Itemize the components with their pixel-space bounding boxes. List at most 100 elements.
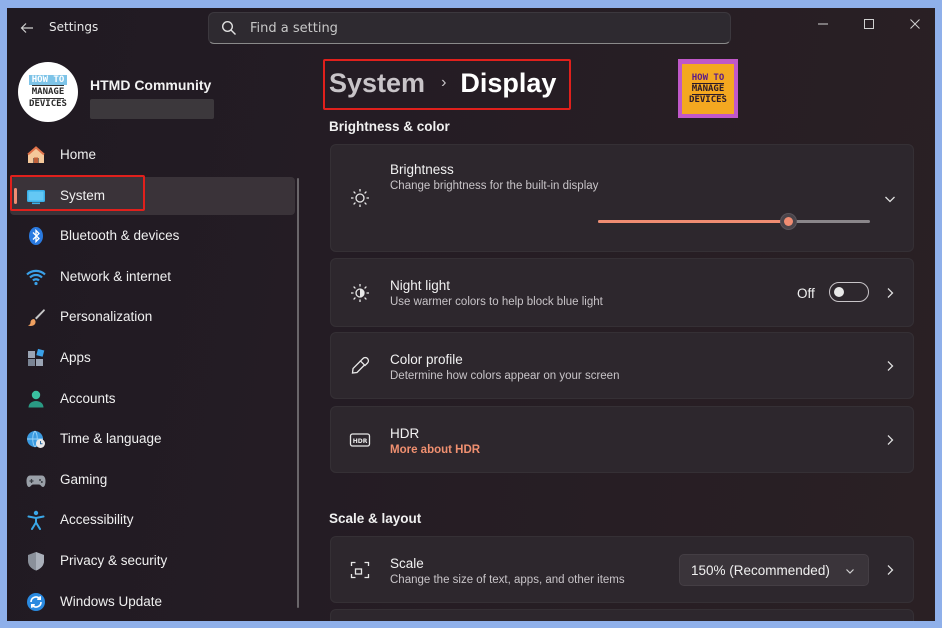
person-icon [28, 390, 44, 408]
scale-dropdown[interactable]: 150% (Recommended) [679, 554, 869, 586]
app-title: Settings [49, 20, 99, 34]
night-light-title: Night light [390, 278, 451, 293]
night-light-state-label: Off [797, 286, 815, 301]
night-light-toggle[interactable] [829, 282, 869, 302]
color-profile-description: Determine how colors appear on your scre… [390, 370, 620, 382]
profile-name: HTMD Community [90, 77, 212, 93]
brightness-slider-fill [598, 220, 789, 223]
breadcrumb-separator: › [441, 74, 447, 91]
sidebar-item-label: Privacy & security [60, 552, 168, 568]
section-title-scale-layout: Scale & layout [329, 511, 422, 526]
sidebar-item-label: Time & language [60, 431, 162, 447]
breadcrumb: System › Display [329, 63, 556, 103]
bluetooth-icon [29, 227, 43, 246]
sidebar-item-apps[interactable]: Apps [10, 339, 295, 377]
title-bar: Settings Find a setting [7, 8, 935, 48]
sun-icon [351, 189, 369, 207]
home-icon [27, 146, 45, 163]
sidebar-item-label: Accounts [60, 390, 116, 406]
brightness-slider[interactable] [598, 213, 870, 230]
night-light-icon [351, 284, 369, 302]
chevron-right-icon[interactable] [882, 285, 898, 301]
avatar-logo: HOW TO MANAGE DEVICES [28, 75, 68, 109]
sidebar-item-label: Personalization [60, 309, 153, 325]
wifi-icon [26, 269, 46, 285]
sidebar-item-windows-update[interactable]: Windows Update [10, 583, 295, 621]
color-profile-card[interactable]: Color profile Determine how colors appea… [330, 332, 914, 399]
watermark-logo: HOW TO MANAGE DEVICES [678, 59, 738, 118]
globe-clock-icon [27, 430, 45, 449]
svg-text:HDR: HDR [353, 438, 368, 445]
sidebar-item-accessibility[interactable]: Accessibility [10, 501, 295, 539]
scale-selected-value: 150% (Recommended) [691, 563, 830, 578]
search-placeholder: Find a setting [250, 21, 338, 36]
shield-icon [28, 551, 44, 571]
close-button[interactable] [899, 12, 931, 36]
scale-card[interactable]: Scale Change the size of text, apps, and… [330, 536, 914, 603]
sidebar-item-label: Windows Update [60, 593, 163, 609]
sidebar-scrollbar[interactable] [297, 178, 299, 608]
profile-email-redacted [90, 99, 214, 119]
avatar[interactable]: HOW TO MANAGE DEVICES [18, 62, 78, 122]
settings-window: Settings Find a setting HOW TO MANAGE DE… [7, 8, 935, 621]
apps-icon [28, 348, 45, 366]
chevron-down-icon [846, 569, 854, 574]
sidebar-item-personalization[interactable]: Personalization [10, 298, 295, 336]
toggle-knob [834, 287, 844, 297]
page-title: Display [460, 67, 557, 98]
sidebar-item-gaming[interactable]: Gaming [10, 461, 295, 499]
scale-title: Scale [390, 556, 424, 571]
sidebar-item-home[interactable]: Home [10, 136, 295, 174]
brightness-slider-thumb[interactable] [780, 213, 798, 230]
hdr-title: HDR [390, 426, 420, 441]
maximize-icon [864, 19, 874, 29]
night-light-description: Use warmer colors to help block blue lig… [390, 296, 603, 308]
hdr-learn-more-link[interactable]: More about HDR [390, 444, 480, 456]
minimize-icon [818, 23, 828, 25]
chevron-right-icon[interactable] [882, 432, 898, 448]
minimize-button[interactable] [807, 12, 839, 36]
sidebar-item-privacy-security[interactable]: Privacy & security [10, 542, 295, 580]
next-setting-card[interactable] [330, 609, 914, 621]
brightness-description: Change brightness for the built-in displ… [390, 180, 599, 192]
update-icon [27, 592, 45, 611]
sidebar-item-bluetooth[interactable]: Bluetooth & devices [10, 217, 295, 255]
scale-description: Change the size of text, apps, and other… [390, 574, 625, 586]
gamepad-icon [26, 475, 46, 487]
search-icon [221, 20, 236, 35]
chevron-right-icon[interactable] [882, 562, 898, 578]
sidebar-item-system[interactable]: System [10, 176, 295, 215]
sidebar-item-label: Gaming [60, 471, 108, 487]
sidebar-nav: Home System Bluetooth & devices Network … [10, 136, 295, 621]
chevron-right-icon[interactable] [882, 358, 898, 374]
breadcrumb-parent[interactable]: System [329, 68, 425, 99]
back-arrow-icon [20, 23, 33, 33]
sidebar-item-network[interactable]: Network & internet [10, 258, 295, 296]
sidebar-item-label: Network & internet [60, 268, 172, 284]
chevron-down-icon[interactable] [882, 191, 898, 207]
search-box[interactable]: Find a setting [208, 12, 731, 44]
brightness-card[interactable]: Brightness Change brightness for the bui… [330, 144, 914, 252]
color-profile-title: Color profile [390, 352, 463, 367]
scale-icon [350, 561, 370, 579]
section-title-brightness-color: Brightness & color [329, 119, 450, 134]
eyedropper-icon [351, 356, 370, 374]
maximize-button[interactable] [853, 12, 885, 36]
brightness-title: Brightness [390, 162, 454, 177]
sidebar-item-label: Home [60, 147, 97, 162]
sidebar-item-accounts[interactable]: Accounts [10, 380, 295, 418]
night-light-card[interactable]: Night light Use warmer colors to help bl… [330, 258, 914, 327]
sidebar-item-time-language[interactable]: Time & language [10, 420, 295, 458]
close-icon [910, 19, 920, 29]
brush-icon [28, 309, 45, 327]
hdr-icon: HDR [349, 433, 371, 447]
sidebar-item-label: Bluetooth & devices [60, 228, 180, 244]
system-icon [27, 189, 45, 204]
selection-indicator [14, 187, 17, 204]
accessibility-icon [27, 511, 45, 531]
sidebar-item-label: Apps [60, 349, 91, 365]
back-button[interactable] [15, 18, 39, 38]
hdr-card[interactable]: HDR HDR More about HDR [330, 406, 914, 473]
sidebar-item-label: Accessibility [60, 512, 134, 528]
sidebar-item-label: System [60, 187, 106, 203]
